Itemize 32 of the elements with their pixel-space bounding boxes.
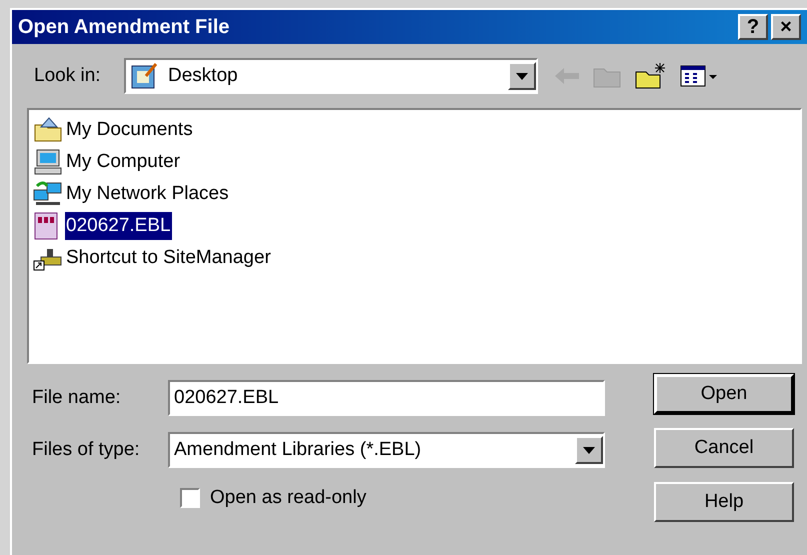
dialog-button[interactable]: Help <box>654 482 794 522</box>
help-button[interactable]: ? <box>738 14 768 40</box>
file-type-value: Amendment Libraries (*.EBL) <box>174 438 422 462</box>
dialog-button[interactable]: Cancel <box>654 428 794 468</box>
desktop-icon <box>130 62 160 90</box>
file-name-label: File name: <box>32 386 122 410</box>
file-name-value: 020627.EBL <box>174 386 279 410</box>
look-in-dropdown[interactable]: Desktop <box>124 58 538 94</box>
file-item[interactable]: My Documents <box>65 116 194 144</box>
file-type-label: Files of type: <box>32 438 141 462</box>
look-in-label: Look in: <box>34 64 102 88</box>
view-menu-icon[interactable] <box>680 65 718 87</box>
file-item[interactable]: My Network Places <box>65 180 230 208</box>
new-folder-icon[interactable] <box>634 62 668 90</box>
file-item[interactable]: My Computer <box>65 148 182 176</box>
file-name-field[interactable]: 020627.EBL <box>168 380 605 416</box>
network-icon <box>33 181 63 207</box>
caret-icon <box>583 446 595 454</box>
file-type-dropdown[interactable]: Amendment Libraries (*.EBL) <box>168 432 605 468</box>
read-only-checkbox[interactable] <box>180 488 200 508</box>
window-title: Open Amendment File <box>18 15 231 40</box>
folder-icon <box>33 117 63 143</box>
dropdown-arrow-button[interactable] <box>508 62 536 90</box>
dropdown-arrow-button[interactable] <box>575 436 603 464</box>
file-item[interactable]: Shortcut to SiteManager <box>65 244 272 272</box>
read-only-label[interactable]: Open as read-only <box>210 484 366 512</box>
close-button[interactable]: × <box>771 14 801 40</box>
file-item[interactable]: 020627.EBL <box>65 212 172 240</box>
computer-icon <box>33 149 63 175</box>
dialog-button[interactable]: Open <box>654 374 794 414</box>
look-in-value: Desktop <box>168 64 239 88</box>
caret-icon <box>516 72 528 80</box>
